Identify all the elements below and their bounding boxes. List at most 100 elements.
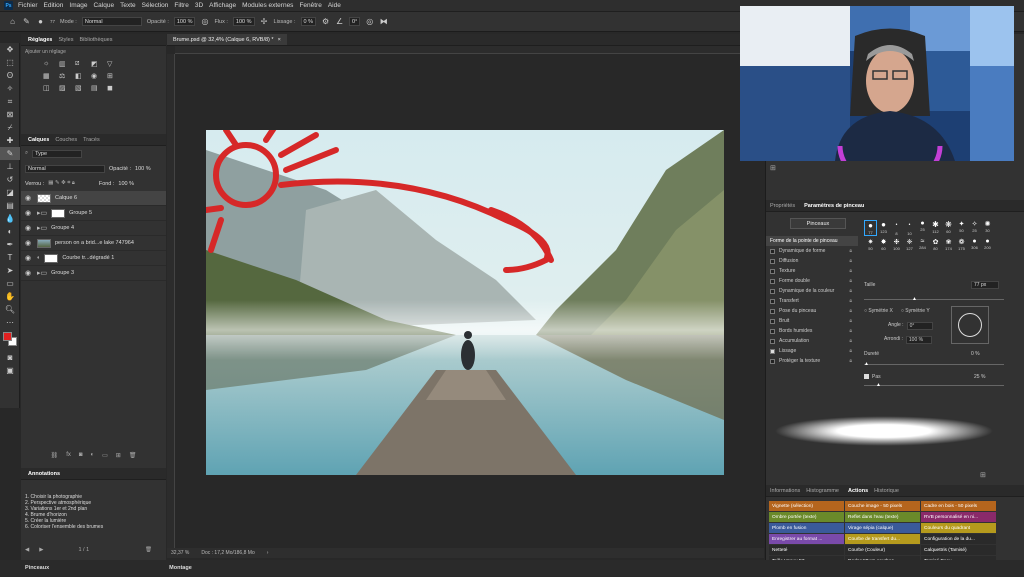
layer-row[interactable]: ◉ ▸▭ Groupe 3 [21, 266, 166, 281]
history-brush-icon[interactable]: ↺ [0, 173, 20, 186]
dock-montage[interactable]: Montage [169, 565, 192, 571]
brush-option[interactable]: Protéger la texture 🔒︎ [766, 356, 858, 366]
checkbox[interactable] [770, 348, 775, 354]
lock-icon[interactable]: 🔒︎ [849, 288, 852, 294]
levels-icon[interactable]: ▥ [59, 60, 71, 68]
document-tab[interactable]: Brume.psd @ 32,4% (Calque 6, RVB/8) * × [167, 34, 287, 45]
eye-icon[interactable]: ◉ [25, 269, 33, 277]
exposure-icon[interactable]: ◩ [91, 60, 103, 68]
lock-icon[interactable]: 🔒︎ [849, 318, 852, 324]
eye-icon[interactable]: ◉ [25, 254, 33, 262]
layer-row[interactable]: ◉ ▸▭ Groupe 4 [21, 221, 166, 236]
layer-row[interactable]: ◉ ▸▭ Groupe 5 [21, 206, 166, 221]
checkbox[interactable] [770, 318, 775, 324]
new-group-icon[interactable]: ▭ [102, 452, 108, 462]
brush-option[interactable]: Pose du pinceau 🔒︎ [766, 306, 858, 316]
brush-tip[interactable]: ✱ 112 [929, 220, 942, 236]
eye-icon[interactable]: ◉ [25, 224, 33, 232]
bw-icon[interactable]: ◧ [75, 72, 87, 80]
brush-tip[interactable]: ❀ 174 [942, 238, 955, 251]
menu-modules-externes[interactable]: Modules externes [242, 2, 293, 9]
action-button[interactable]: Ombre portée (texte) [769, 512, 844, 522]
angle-field[interactable]: 0° [349, 17, 361, 26]
channel-mixer-icon[interactable]: ⊞ [107, 72, 119, 80]
roundness-field[interactable]: 100 % [905, 336, 932, 344]
durete-field[interactable]: 0 % [971, 351, 980, 357]
layer-row[interactable]: ◉ Calque 6 [21, 191, 166, 206]
path-select-tool-icon[interactable]: ➤ [0, 264, 20, 277]
brush-tip[interactable]: ≈284 [916, 238, 929, 251]
fx-icon[interactable]: fx [66, 452, 71, 462]
lock-icon[interactable]: 🔒︎ [849, 308, 852, 314]
brush-tip[interactable]: ● 200 [981, 238, 994, 251]
brush-option[interactable]: Dynamique de forme 🔒︎ [766, 246, 858, 256]
new-brush-icon[interactable]: ⊞ [980, 471, 986, 479]
tab-annotations[interactable]: Annotations [25, 469, 60, 479]
type-tool-icon[interactable]: T [0, 251, 20, 264]
frame-tool-icon[interactable]: ⊠ [0, 108, 20, 121]
trash-icon[interactable]: 🗑︎ [129, 452, 137, 462]
menu-edition[interactable]: Edition [44, 2, 64, 9]
fill-field[interactable]: 100 % [118, 181, 134, 187]
brush-tip[interactable]: ✦ 50 [955, 220, 968, 236]
link-icon[interactable]: ⛓ [51, 452, 59, 462]
pas-slider[interactable]: ▲ [864, 382, 1004, 388]
tab-informations[interactable]: Informations [770, 488, 800, 494]
crop-tool-icon[interactable]: ⌗ [0, 95, 20, 108]
brush-tip[interactable]: ✺ 30 [981, 220, 994, 236]
move-tool-icon[interactable]: ✥ [0, 43, 20, 56]
action-button[interactable]: Cadre en bois - 50 pixels [921, 501, 996, 511]
prev-arrow-icon[interactable]: ◀ [25, 547, 29, 553]
brush-option[interactable]: Accumulation 🔒︎ [766, 336, 858, 346]
photo-filter-icon[interactable]: ◉ [91, 72, 103, 80]
dock-pinceaux[interactable]: Pinceaux [25, 565, 49, 571]
vibrance-icon[interactable]: ▽ [107, 60, 119, 68]
lock-icon[interactable]: 🔒︎ [849, 348, 852, 354]
tab-proprietes[interactable]: Propriétés [770, 203, 795, 209]
menu-texte[interactable]: Texte [120, 2, 136, 9]
brightness-icon[interactable]: ☼ [43, 60, 55, 68]
brush-preset-icon[interactable]: ● [36, 17, 45, 26]
posterize-icon[interactable]: ▨ [59, 84, 71, 92]
layer-row[interactable]: ◉ ◐ Courbe tr...dégradé 1 [21, 251, 166, 266]
lock-icons[interactable]: ▦ ✎ ✥ ⌗ 🔒︎ [48, 180, 75, 187]
brush-tip[interactable]: ✧ 25 [968, 220, 981, 236]
lock-icon[interactable]: 🔒︎ [849, 268, 852, 274]
blur-tool-icon[interactable]: 💧 [0, 212, 20, 225]
pen-tool-icon[interactable]: ✒ [0, 238, 20, 251]
next-arrow-icon[interactable]: ▶ [39, 547, 43, 553]
mask-icon[interactable]: ◙ [79, 452, 83, 462]
gradient-tool-icon[interactable]: ▤ [0, 199, 20, 212]
checkbox[interactable] [770, 328, 775, 334]
collapse-icon[interactable]: ⊞ [770, 164, 776, 172]
eye-icon[interactable]: ◉ [25, 209, 33, 217]
brush-option[interactable]: Forme double 🔒︎ [766, 276, 858, 286]
trash-icon[interactable]: 🗑︎ [145, 547, 152, 553]
eye-icon[interactable]: ◉ [25, 239, 33, 247]
lock-icon[interactable]: 🔒︎ [849, 328, 852, 334]
checkbox[interactable] [770, 248, 775, 254]
action-button[interactable]: Virage sépia (calque) [845, 523, 920, 533]
brush-tip[interactable]: ❉ 100 [890, 238, 903, 251]
brush-tip[interactable]: • 8 [890, 220, 903, 236]
brush-tip[interactable]: ❈ 127 [903, 238, 916, 251]
flux-field[interactable]: 100 % [232, 17, 255, 26]
action-button[interactable]: Plomb en fusion [769, 523, 844, 533]
menu-calque[interactable]: Calque [93, 2, 114, 9]
menu-affichage[interactable]: Affichage [209, 2, 236, 9]
quick-mask-icon[interactable]: ◙ [0, 351, 20, 364]
brush-tip[interactable]: ✸ 60 [877, 238, 890, 251]
action-button[interactable]: Netteté [769, 545, 844, 555]
checkbox[interactable] [770, 308, 775, 314]
more-tools-icon[interactable]: ⋯ [0, 316, 20, 329]
new-layer-icon[interactable]: ⊞ [116, 452, 121, 462]
arrow-icon[interactable]: › [267, 550, 269, 556]
action-button[interactable]: Courbe de transfert du... [845, 534, 920, 544]
pas-slider-handle[interactable]: ▲ [876, 382, 881, 388]
adjustment-icon[interactable]: ◐ [90, 452, 94, 462]
brush-tip-grid[interactable]: ● 77 ● 123 • 8 • 10 ● 25 ✱ 112 ❋ 60 ✦ 50 ✧ 25 ✺ 30… [864, 220, 996, 251]
durete-slider-handle[interactable]: ▲ [864, 361, 869, 367]
dodge-tool-icon[interactable]: ◐ [0, 225, 20, 238]
action-button[interactable]: Vignette (sélection) [769, 501, 844, 511]
brush-tip[interactable]: ✿ 80 [929, 238, 942, 251]
